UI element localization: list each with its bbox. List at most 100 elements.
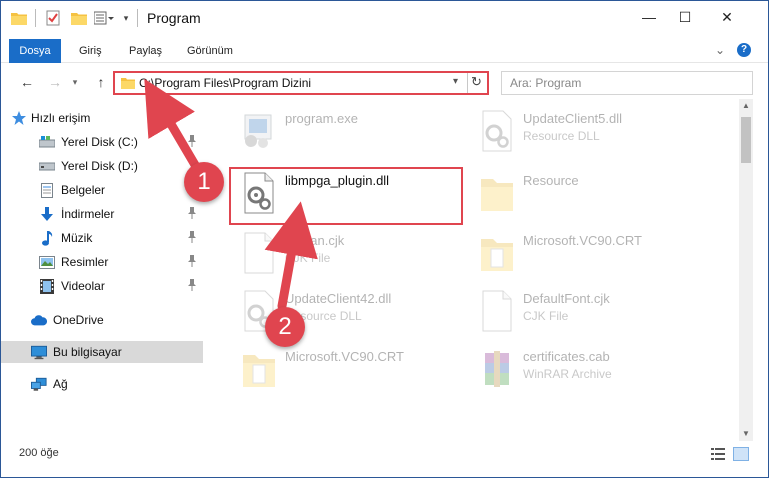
file-icon <box>239 231 279 275</box>
recent-locations-icon[interactable]: ▾ <box>69 72 81 92</box>
file-name: korean.cjk <box>285 233 345 248</box>
cloud-icon <box>31 312 47 328</box>
tab-file[interactable]: Dosya <box>9 39 61 63</box>
file-item[interactable]: program.exe <box>227 105 467 157</box>
file-list: program.exe UpdateClient5.dll Resource D… <box>215 99 737 439</box>
sidebar-item-quick-access[interactable]: Hızlı erişim <box>1 107 203 129</box>
network-icon <box>31 376 47 392</box>
sidebar-item-label: Hızlı erişim <box>31 111 91 125</box>
up-arrow-icon[interactable]: ↑ <box>91 72 111 92</box>
file-name: DefaultFont.cjk <box>523 291 610 306</box>
sidebar-item-label: Müzik <box>61 231 93 245</box>
exe-icon <box>239 109 279 153</box>
pin-icon[interactable] <box>187 207 197 219</box>
file-item[interactable]: UpdateClient5.dll Resource DLL <box>465 105 705 157</box>
folder-icon <box>477 171 517 215</box>
sidebar-item-label: İndirmeler <box>61 207 115 221</box>
help-icon[interactable]: ? <box>737 43 751 57</box>
sidebar-item-documents[interactable]: Belgeler <box>1 179 203 201</box>
sidebar-item-label: Yerel Disk (D:) <box>61 159 138 173</box>
video-icon <box>39 278 55 294</box>
drive-icon <box>39 158 55 174</box>
file-item[interactable]: UpdateClient42.dll Resource DLL <box>227 285 467 337</box>
file-icon <box>477 289 517 333</box>
chevron-down-icon[interactable]: ⌄ <box>715 43 725 57</box>
pin-icon[interactable] <box>187 279 197 291</box>
search-input[interactable]: Ara: Program <box>501 71 753 95</box>
file-item[interactable]: korean.cjk CJK File <box>227 227 467 279</box>
address-dropdown-icon[interactable]: ▾ <box>453 76 458 87</box>
sidebar-item-label: Ağ <box>53 377 68 391</box>
large-icons-view-icon[interactable] <box>733 447 749 461</box>
pin-icon[interactable] <box>187 231 197 243</box>
file-item[interactable]: Microsoft.VC90.CRT <box>227 343 467 395</box>
file-item[interactable]: Resource <box>465 167 705 219</box>
winrar-icon <box>477 347 517 391</box>
dll-icon <box>477 109 517 153</box>
maximize-button[interactable]: ☐ <box>667 5 703 29</box>
refresh-icon[interactable]: ↻ <box>471 74 482 90</box>
sidebar-item-downloads[interactable]: İndirmeler <box>1 203 203 225</box>
minimize-button[interactable]: — <box>631 5 667 29</box>
sidebar-item-label: Videolar <box>61 279 105 293</box>
item-count: 200 öğe <box>19 447 59 459</box>
customize-toolbar-icon[interactable] <box>93 9 115 27</box>
sidebar-item-label: Bu bilgisayar <box>53 345 122 359</box>
close-button[interactable]: ✕ <box>709 5 745 29</box>
sidebar-item-onedrive[interactable]: OneDrive <box>1 309 203 331</box>
divider <box>35 9 36 27</box>
file-name: Microsoft.VC90.CRT <box>285 349 404 364</box>
window-title: Program <box>147 10 201 26</box>
file-type: Resource DLL <box>523 129 600 143</box>
computer-icon <box>31 344 47 360</box>
folder-icon <box>121 77 135 89</box>
navigation-pane: Hızlı erişim Yerel Disk (C:) Yerel Disk … <box>1 105 203 443</box>
file-item[interactable]: Microsoft.VC90.CRT <box>465 227 705 279</box>
music-icon <box>39 230 55 246</box>
scroll-up-icon[interactable]: ▲ <box>739 99 753 113</box>
sidebar-item-music[interactable]: Müzik <box>1 227 203 249</box>
drive-icon <box>39 134 55 150</box>
sidebar-item-this-pc[interactable]: Bu bilgisayar <box>1 341 203 363</box>
pin-icon[interactable] <box>187 135 197 147</box>
step-1-badge: 1 <box>184 162 224 202</box>
divider <box>137 9 138 27</box>
tab-home[interactable]: Giriş <box>79 39 102 63</box>
details-view-icon[interactable] <box>711 447 725 461</box>
file-name: Microsoft.VC90.CRT <box>523 233 642 248</box>
sidebar-item-label: OneDrive <box>53 313 104 327</box>
pin-icon[interactable] <box>187 255 197 267</box>
tab-view[interactable]: Görünüm <box>187 39 233 63</box>
pictures-icon <box>39 254 55 270</box>
sidebar-item-network[interactable]: Ağ <box>1 373 203 395</box>
sidebar-item-local-disk-c[interactable]: Yerel Disk (C:) <box>1 131 203 153</box>
address-bar[interactable]: C:\Program Files\Program Dizini ▾ ↻ <box>113 71 489 95</box>
file-name: Resource <box>523 173 579 188</box>
divider <box>467 73 468 93</box>
folder-icon[interactable] <box>11 9 27 27</box>
scroll-down-icon[interactable]: ▼ <box>739 427 753 441</box>
new-folder-icon[interactable] <box>71 9 87 27</box>
download-icon <box>39 206 55 222</box>
title-bar: ▾ Program — ☐ ✕ <box>1 1 768 33</box>
file-item[interactable]: certificates.cab WinRAR Archive <box>465 343 705 395</box>
back-arrow-icon[interactable]: ← <box>17 72 37 92</box>
scroll-thumb[interactable] <box>741 117 751 163</box>
address-path[interactable]: C:\Program Files\Program Dizini <box>139 76 311 90</box>
sidebar-item-label: Yerel Disk (C:) <box>61 135 138 149</box>
sidebar-item-pictures[interactable]: Resimler <box>1 251 203 273</box>
file-type: WinRAR Archive <box>523 367 612 381</box>
properties-check-icon[interactable] <box>45 9 61 27</box>
step-2-badge: 2 <box>265 307 305 347</box>
tab-share[interactable]: Paylaş <box>129 39 162 63</box>
file-name: UpdateClient42.dll <box>285 291 392 306</box>
sidebar-item-label: Resimler <box>61 255 109 269</box>
file-item[interactable]: DefaultFont.cjk CJK File <box>465 285 705 337</box>
quick-access-dropdown-icon[interactable]: ▾ <box>121 9 131 27</box>
forward-arrow-icon[interactable]: → <box>45 72 65 92</box>
vertical-scrollbar[interactable]: ▲ ▼ <box>739 99 753 441</box>
sidebar-item-local-disk-d[interactable]: Yerel Disk (D:) <box>1 155 203 177</box>
sidebar-item-videos[interactable]: Videolar <box>1 275 203 297</box>
highlight-box <box>229 167 463 225</box>
document-icon <box>39 182 55 198</box>
